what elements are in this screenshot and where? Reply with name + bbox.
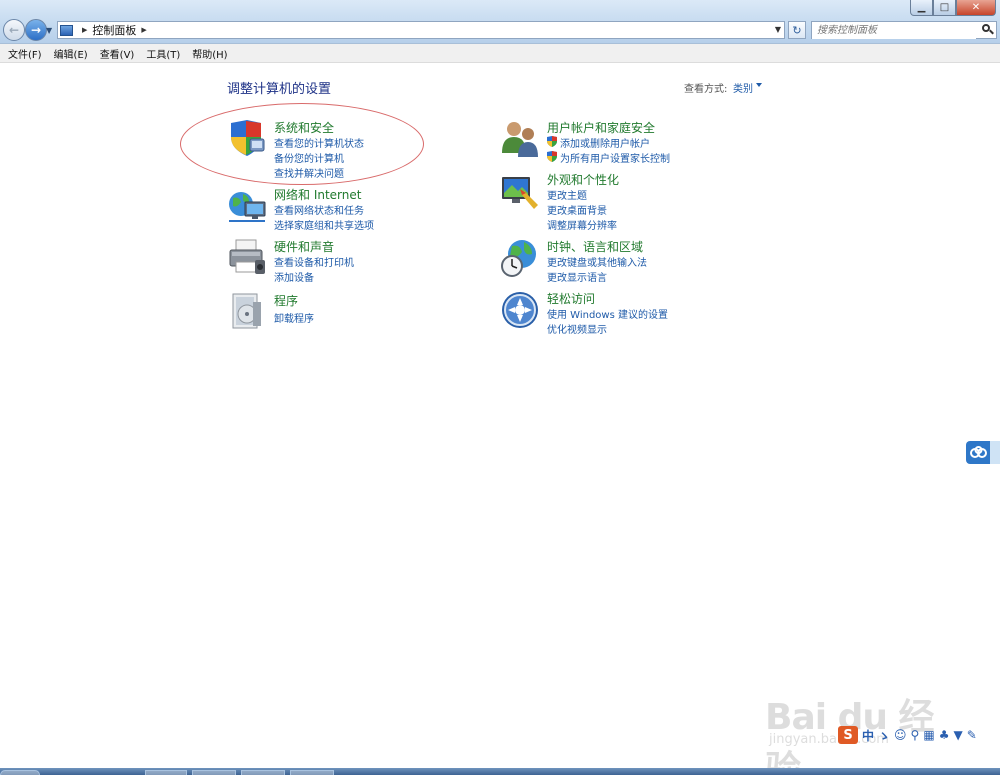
search-box[interactable] xyxy=(811,21,997,39)
cloud-icon xyxy=(970,445,987,458)
menu-tools[interactable]: 工具(T) xyxy=(140,46,186,61)
globe-clock-icon[interactable] xyxy=(500,238,540,278)
view-by-arrow-icon[interactable] xyxy=(756,83,762,87)
ime-user-icon[interactable]: ♣ xyxy=(939,728,950,742)
category-title[interactable]: 硬件和声音 xyxy=(274,238,334,255)
users-icon[interactable] xyxy=(500,119,540,159)
link-change-keyboard[interactable]: 更改键盘或其他输入法 xyxy=(547,254,647,269)
ime-tools-icon[interactable]: ✎ xyxy=(967,728,977,742)
link-parental-controls[interactable]: 为所有用户设置家长控制 xyxy=(547,150,670,165)
uac-shield-icon xyxy=(547,136,557,147)
link-screen-resolution[interactable]: 调整屏幕分辨率 xyxy=(547,217,617,232)
taskbar-button[interactable] xyxy=(192,770,236,775)
link-add-remove-accounts[interactable]: 添加或删除用户帐户 xyxy=(547,135,650,150)
shield-icon[interactable] xyxy=(227,119,267,159)
breadcrumb-separator[interactable]: ▶ xyxy=(141,26,146,34)
search-input[interactable] xyxy=(812,22,976,39)
category-title[interactable]: 时钟、语言和区域 xyxy=(547,238,643,255)
side-widget-edge xyxy=(990,441,1000,464)
page-title: 调整计算机的设置 xyxy=(227,82,332,97)
menu-bar: 文件(F) 编辑(E) 查看(V) 工具(T) 帮助(H) xyxy=(0,44,1000,63)
ime-skin-icon[interactable]: ▼ xyxy=(953,728,962,742)
category-title[interactable]: 外观和个性化 xyxy=(547,171,619,188)
address-dropdown-icon[interactable]: ▼ xyxy=(775,25,781,34)
control-panel-icon xyxy=(60,24,73,36)
view-by-dropdown[interactable]: 类别 xyxy=(733,80,753,95)
link-add-device[interactable]: 添加设备 xyxy=(274,269,314,284)
window-chrome: ▁ □ ✕ ← → ▼ ▶ 控制面板 ▶ ▼ ↻ xyxy=(0,0,1000,44)
ime-voice-icon[interactable]: ⚲ xyxy=(911,728,920,742)
back-button[interactable]: ← xyxy=(3,19,25,41)
category-title[interactable]: 用户帐户和家庭安全 xyxy=(547,119,655,136)
link-windows-recommended[interactable]: 使用 Windows 建议的设置 xyxy=(547,306,668,321)
ime-emoji-icon[interactable]: ☺ xyxy=(894,728,907,742)
refresh-button[interactable]: ↻ xyxy=(788,21,806,39)
forward-button[interactable]: → xyxy=(25,19,47,41)
link-text[interactable]: 为所有用户设置家长控制 xyxy=(560,154,670,165)
category-title[interactable]: 轻松访问 xyxy=(547,290,595,307)
taskbar-button[interactable] xyxy=(290,770,334,775)
category-title[interactable]: 网络和 Internet xyxy=(274,186,361,203)
link-troubleshoot[interactable]: 查找并解决问题 xyxy=(274,165,344,180)
view-by-label: 查看方式: xyxy=(684,84,728,95)
breadcrumb-control-panel[interactable]: 控制面板 xyxy=(92,22,136,38)
link-change-display-language[interactable]: 更改显示语言 xyxy=(547,269,607,284)
breadcrumb-separator[interactable]: ▶ xyxy=(82,26,87,34)
link-change-theme[interactable]: 更改主题 xyxy=(547,187,587,202)
link-backup-computer[interactable]: 备份您的计算机 xyxy=(274,150,344,165)
search-icon[interactable] xyxy=(982,24,994,35)
close-button[interactable]: ✕ xyxy=(956,0,996,16)
menu-edit[interactable]: 编辑(E) xyxy=(48,46,94,61)
link-view-computer-status[interactable]: 查看您的计算机状态 xyxy=(274,135,364,150)
link-network-status[interactable]: 查看网络状态和任务 xyxy=(274,202,364,217)
link-change-background[interactable]: 更改桌面背景 xyxy=(547,202,607,217)
ime-toolbar: S 中 ゝ ☺ ⚲ ▦ ♣ ▼ ✎ xyxy=(838,725,977,745)
menu-view[interactable]: 查看(V) xyxy=(94,46,141,61)
menu-help[interactable]: 帮助(H) xyxy=(186,46,233,61)
taskbar-button[interactable] xyxy=(145,770,187,775)
address-bar[interactable]: ▶ 控制面板 ▶ ▼ xyxy=(57,21,785,39)
link-text[interactable]: 添加或删除用户帐户 xyxy=(560,139,650,150)
link-homegroup[interactable]: 选择家庭组和共享选项 xyxy=(274,217,374,232)
uac-shield-icon xyxy=(547,151,557,162)
minimize-button[interactable]: ▁ xyxy=(910,0,933,16)
ime-chinese-mode[interactable]: 中 xyxy=(862,727,874,744)
window-controls: ▁ □ ✕ xyxy=(910,0,996,16)
category-title[interactable]: 系统和安全 xyxy=(274,119,334,136)
start-button[interactable] xyxy=(0,770,40,775)
taskbar-button[interactable] xyxy=(241,770,285,775)
link-optimize-display[interactable]: 优化视频显示 xyxy=(547,321,607,336)
ime-logo-icon[interactable]: S xyxy=(838,726,858,744)
programs-icon[interactable] xyxy=(227,292,267,332)
accessibility-icon[interactable] xyxy=(500,290,540,330)
ime-keyboard-icon[interactable]: ▦ xyxy=(923,728,934,742)
link-uninstall-program[interactable]: 卸载程序 xyxy=(274,310,314,325)
category-title[interactable]: 程序 xyxy=(274,292,298,309)
maximize-button[interactable]: □ xyxy=(933,0,956,16)
menu-file[interactable]: 文件(F) xyxy=(2,46,48,61)
printer-icon[interactable] xyxy=(227,238,267,278)
ime-punctuation-icon[interactable]: ゝ xyxy=(878,727,890,744)
network-icon[interactable] xyxy=(227,186,267,226)
display-icon[interactable] xyxy=(500,171,540,211)
history-dropdown-icon[interactable]: ▼ xyxy=(46,26,52,35)
link-devices-printers[interactable]: 查看设备和打印机 xyxy=(274,254,354,269)
